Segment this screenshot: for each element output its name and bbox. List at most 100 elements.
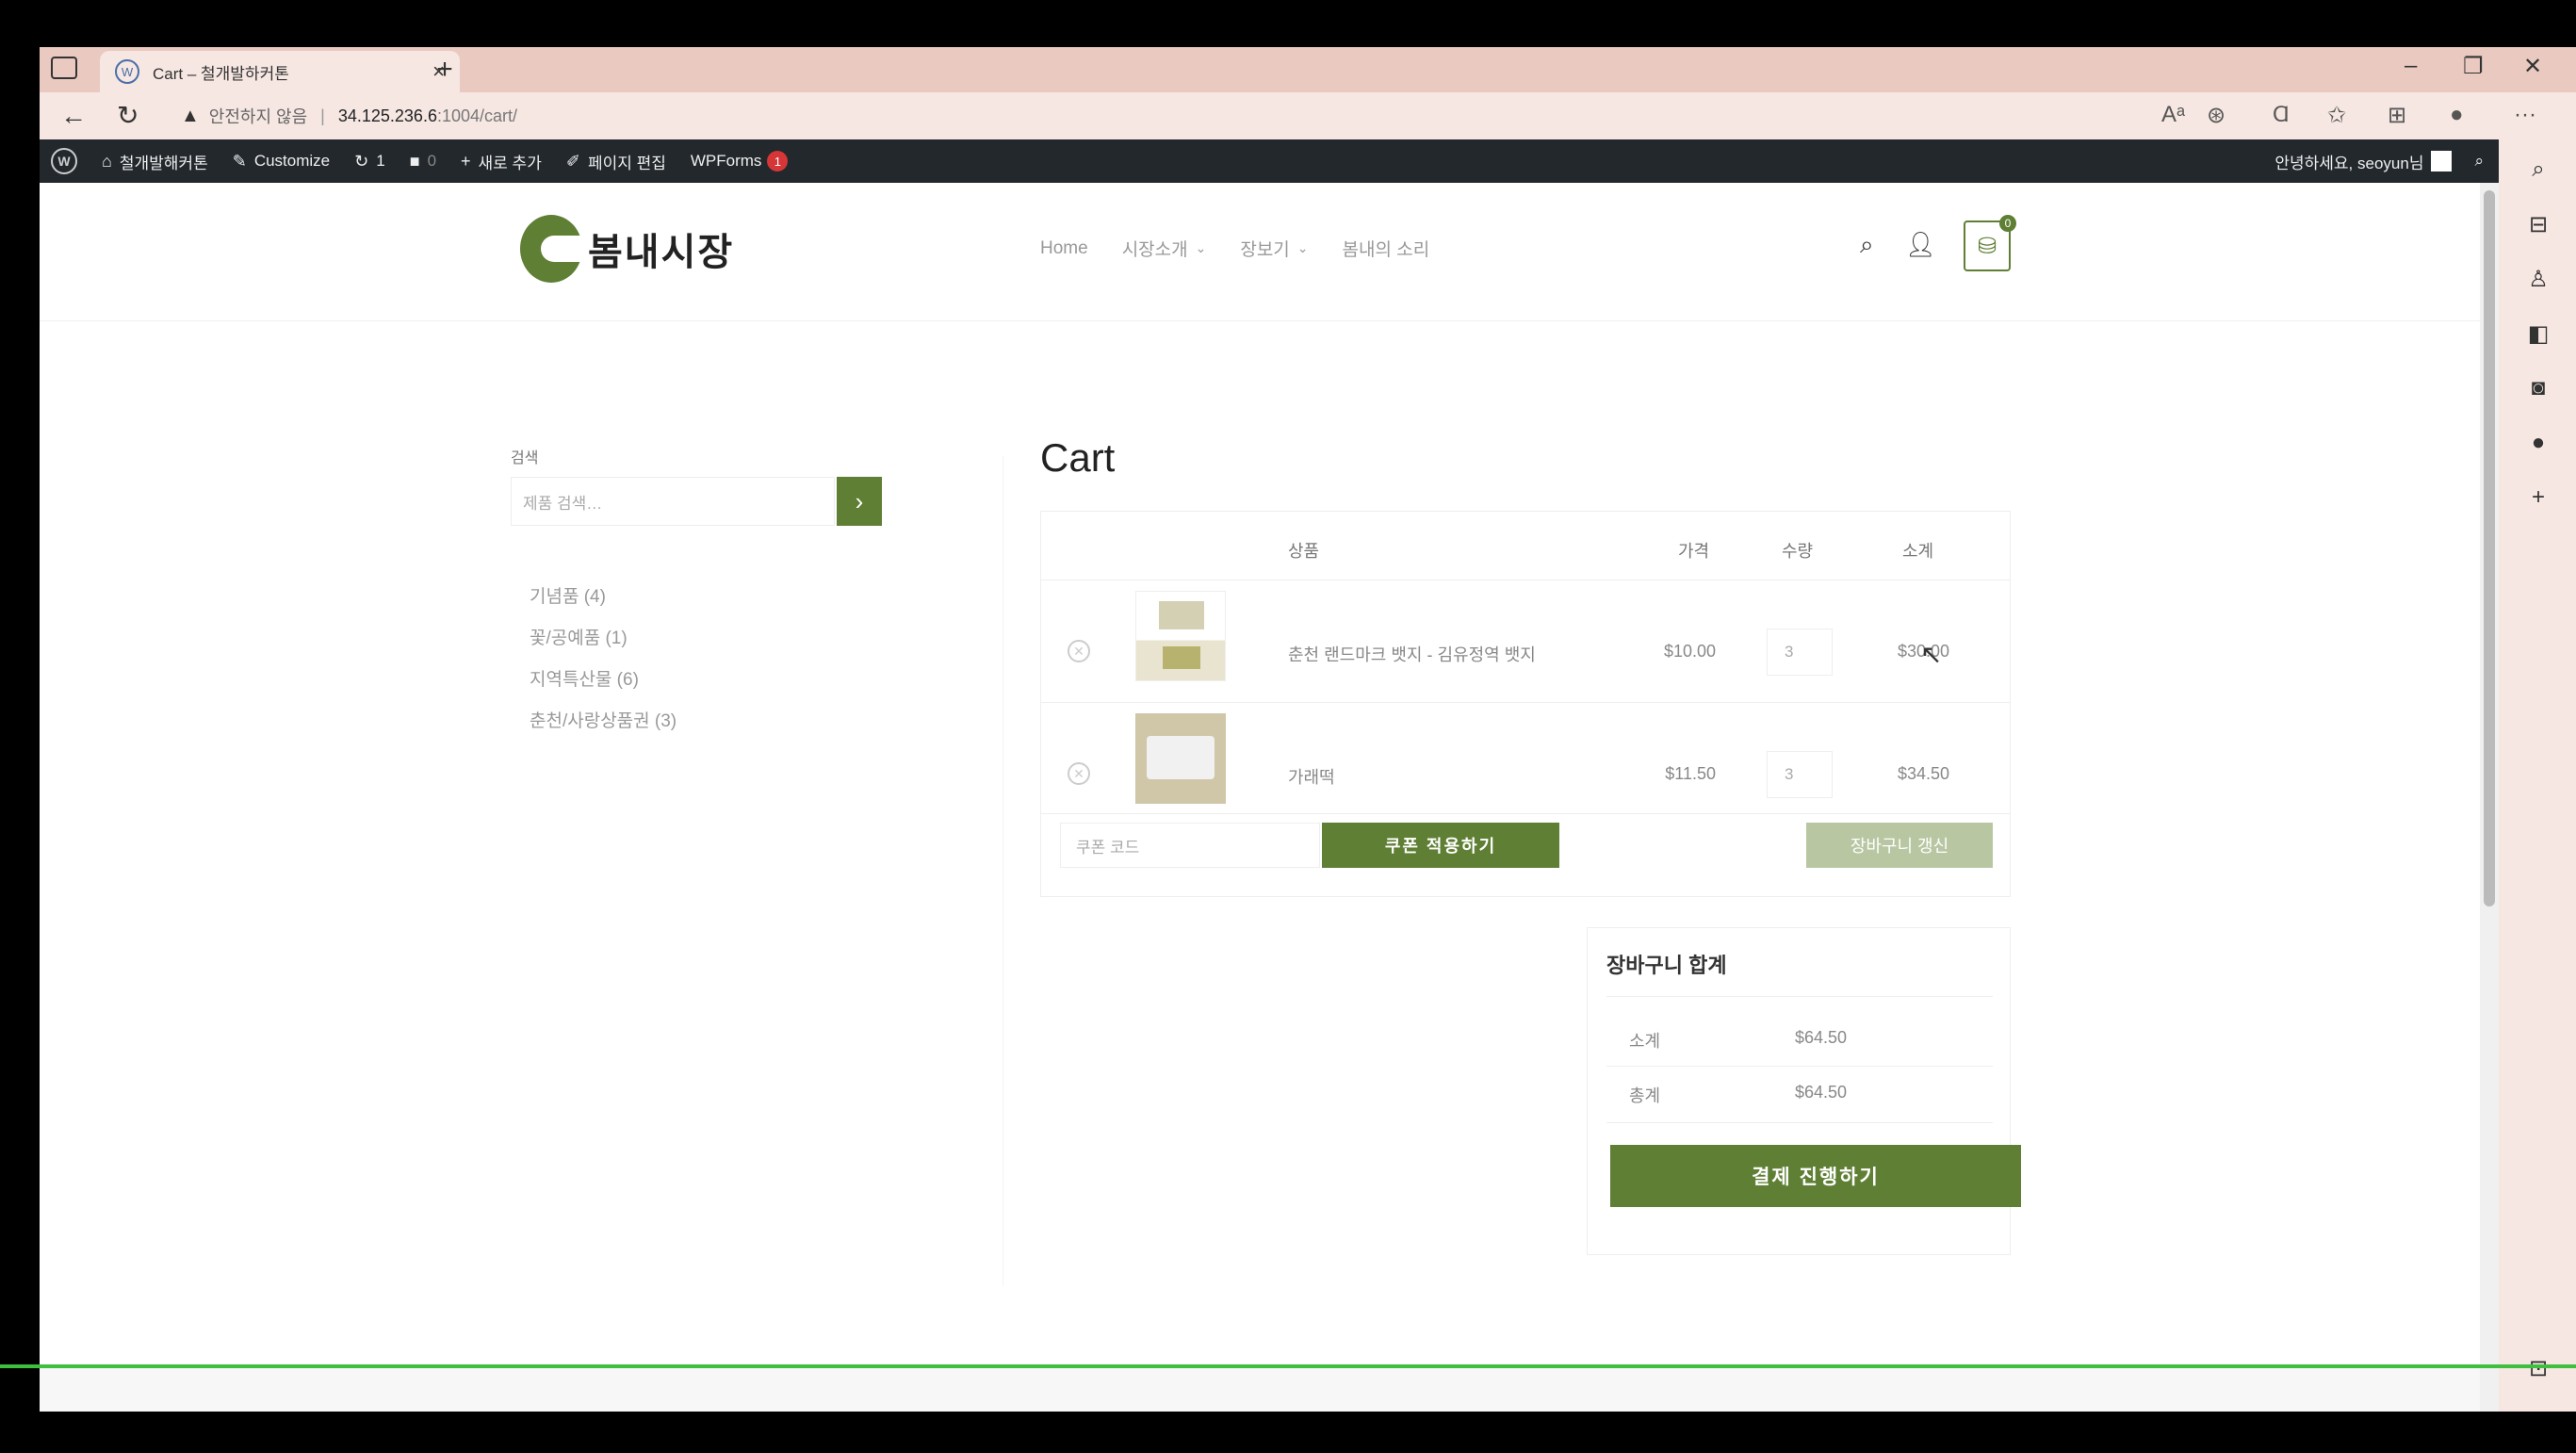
category-item[interactable]: 지역특산물 (6) [530, 665, 677, 707]
chevron-down-icon: ⌄ [1195, 240, 1207, 255]
update-cart-button[interactable]: 장바구니 갱신 [1806, 823, 1993, 868]
wordpress-favicon-icon: W [115, 59, 139, 84]
admin-edit-page[interactable]: ✐ 페이지 편집 [566, 150, 666, 173]
page-scrollbar[interactable] [2480, 183, 2499, 1412]
header-subtotal: 소계 [1902, 542, 1934, 561]
edge-shopping-icon[interactable]: ⊟ [2519, 211, 2557, 238]
nav-shop-label: 장보기 [1240, 240, 1290, 260]
admin-comments[interactable]: ■ 0 [410, 152, 436, 171]
tab-cart[interactable]: W Cart – 철개발하커톤 × [100, 51, 460, 92]
header-product: 상품 [1288, 542, 1320, 561]
account-icon[interactable]: 👤︎ [1905, 230, 1936, 259]
tab-actions-icon[interactable] [51, 57, 77, 79]
edge-game-icon[interactable]: ● [2519, 430, 2557, 456]
profile-icon[interactable]: ● [2450, 102, 2464, 128]
url-field[interactable]: ▲ 안전하지 않음 | 34.125.236.6 :1004/cart/ [181, 100, 517, 132]
remove-item-icon[interactable]: ✕ [1068, 762, 1090, 785]
favorites-icon[interactable]: ✩ [2327, 102, 2346, 129]
category-item[interactable]: 춘천/사랑상품권 (3) [530, 707, 677, 748]
admin-search-icon[interactable]: ⌕ [2474, 152, 2484, 171]
read-aloud-icon[interactable]: Aᵃ [2161, 102, 2185, 128]
header-cart-button[interactable]: ⛁ 0 [1964, 215, 2016, 271]
product-search-input[interactable]: 제품 검색… [511, 477, 835, 526]
edge-search-icon[interactable]: ⌕ [2519, 156, 2557, 183]
search-submit-button[interactable]: › [837, 477, 882, 526]
coupon-code-input[interactable]: 쿠폰 코드 [1060, 823, 1320, 868]
quantity-input[interactable]: 3 [1767, 751, 1833, 798]
collections-icon[interactable]: ⊞ [2388, 102, 2406, 129]
search-icon[interactable]: ⌕ [1860, 230, 1874, 260]
restore-icon[interactable]: ❐ [2463, 53, 2484, 80]
row-divider [1041, 813, 2010, 814]
dashboard-icon: ⌂ [102, 151, 112, 171]
updates-icon: ↻ [354, 151, 369, 171]
extension-icon[interactable]: Ɑ [2273, 102, 2290, 128]
totals-divider [1606, 996, 1993, 997]
web-page: 봄내시장 Home 시장소개 ⌄ 장보기 ⌄ 봄내의 소리 ⌕ 👤︎ ⛁ 0 검색 … [40, 183, 2480, 1412]
category-item[interactable]: 기념품 (4) [530, 582, 677, 624]
apply-coupon-button[interactable]: 쿠폰 적용하기 [1322, 823, 1559, 868]
product-name[interactable]: 가래떡 [1288, 764, 1335, 789]
tracking-icon[interactable]: ⊛ [2207, 102, 2225, 129]
new-tab-button[interactable]: + [426, 51, 464, 89]
cart-table: 상품 가격 수량 소계 ✕ 춘천 랜드마크 뱃지 - 김유정역 뱃지 $10.0… [1040, 511, 2011, 897]
minimize-icon[interactable]: – [2405, 53, 2417, 79]
browser-window: W Cart – 철개발하커톤 × + – ❐ ✕ ← ↻ ▲ 안전하지 않음 … [40, 47, 2576, 1412]
quantity-input[interactable]: 3 [1767, 629, 1833, 676]
edge-layout-icon[interactable]: ⊡ [2519, 1355, 2557, 1382]
cart-totals: 장바구니 합계 소계 $64.50 총계 $64.50 결제 진행하기 [1587, 927, 2021, 1255]
insecure-label: 안전하지 않음 [208, 107, 308, 126]
site-logo[interactable]: 봄내시장 [520, 215, 734, 283]
category-list: 기념품 (4) 꽃/공예품 (1) 지역특산물 (6) 춘천/사랑상품권 (3) [530, 582, 677, 748]
nav-shop[interactable]: 장보기 ⌄ [1240, 236, 1308, 261]
scroll-thumb[interactable] [2484, 190, 2495, 906]
admin-site-name[interactable]: ⌂ 철개발해커톤 [102, 150, 208, 173]
url-separator: | [320, 106, 325, 125]
admin-account[interactable]: 안녕하세요, seoyun님 ⌕ [2274, 139, 2484, 183]
edge-tools-icon[interactable]: ♙ [2519, 266, 2557, 293]
remove-item-icon[interactable]: ✕ [1068, 640, 1090, 662]
back-icon[interactable]: ← [60, 100, 87, 132]
url-host: 34.125.236.6 [337, 106, 437, 125]
close-window-icon[interactable]: ✕ [2523, 53, 2542, 80]
wordpress-logo-icon[interactable]: W [51, 148, 77, 174]
pencil-icon: ✐ [565, 151, 580, 171]
product-name[interactable]: 춘천 랜드마크 뱃지 - 김유정역 뱃지 [1288, 642, 1536, 666]
product-thumbnail[interactable] [1135, 713, 1226, 804]
more-menu-icon[interactable]: ··· [2514, 102, 2536, 128]
edge-outlook-icon[interactable]: ◙ [2519, 375, 2557, 401]
edge-office-icon[interactable]: ◧ [2519, 320, 2557, 348]
admin-updates[interactable]: ↻ 1 [354, 152, 385, 171]
subtotal-label: 소계 [1629, 1032, 1661, 1051]
site-header: 봄내시장 Home 시장소개 ⌄ 장보기 ⌄ 봄내의 소리 ⌕ 👤︎ ⛁ 0 [40, 183, 2480, 321]
admin-wpforms[interactable]: WPForms 1 [691, 151, 789, 171]
category-item[interactable]: 꽃/공예품 (1) [530, 624, 677, 665]
header-price: 가격 [1678, 542, 1710, 561]
mouse-cursor-icon: ↖ [1920, 640, 1943, 669]
edge-sidebar: ⌕ ⊟ ♙ ◧ ◙ ● + ⊡ ⚙ [2499, 139, 2576, 1412]
brush-icon: ✎ [232, 151, 247, 171]
admin-wpforms-label: WPForms [690, 152, 762, 170]
chevron-right-icon: › [855, 486, 864, 515]
wpforms-badge: 1 [767, 151, 789, 171]
tab-bar: W Cart – 철개발하커톤 × + – ❐ ✕ [40, 47, 2576, 92]
admin-comments-count: 0 [427, 152, 437, 170]
nav-about[interactable]: 시장소개 ⌄ [1122, 236, 1207, 261]
edge-add-icon[interactable]: + [2519, 484, 2557, 511]
comment-icon: ■ [409, 151, 420, 171]
nav-home[interactable]: Home [1040, 236, 1088, 261]
admin-new[interactable]: + 새로 추가 [461, 150, 542, 173]
product-price: $10.00 [1663, 642, 1716, 661]
admin-site-name-label: 철개발해커톤 [119, 154, 208, 172]
nav-voice-label: 봄내의 소리 [1342, 240, 1430, 260]
proceed-to-checkout-button[interactable]: 결제 진행하기 [1610, 1145, 2021, 1207]
product-price: $11.50 [1665, 764, 1716, 783]
wp-admin-bar: W ⌂ 철개발해커톤 ✎ Customize ↻ 1 ■ 0 + 새로 추가 ✐… [40, 139, 2499, 183]
address-bar: ← ↻ ▲ 안전하지 않음 | 34.125.236.6 :1004/cart/… [40, 92, 2576, 139]
url-path: :1004/cart/ [436, 106, 518, 125]
product-thumbnail[interactable] [1135, 591, 1226, 681]
refresh-icon[interactable]: ↻ [117, 100, 139, 132]
nav-voice[interactable]: 봄내의 소리 [1343, 236, 1430, 261]
totals-divider [1606, 1122, 1993, 1123]
admin-customize[interactable]: ✎ Customize [233, 152, 330, 171]
